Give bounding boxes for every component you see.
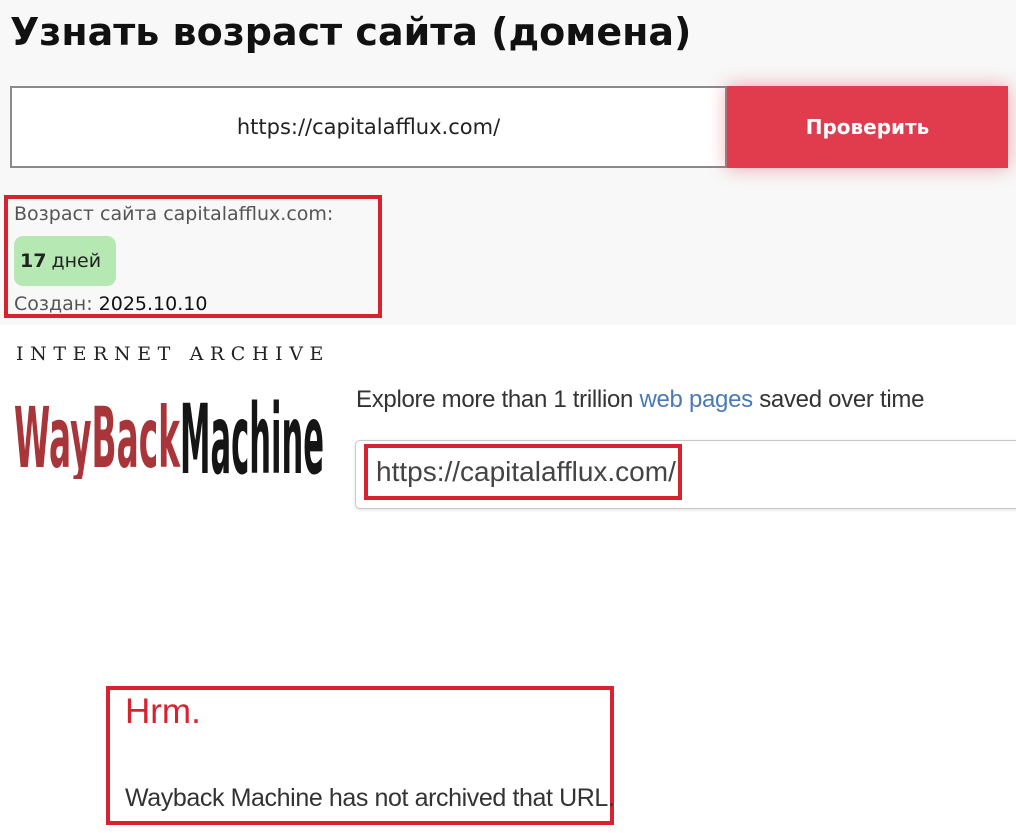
error-title: Hrm. (125, 692, 201, 731)
age-days-unit: дней (51, 250, 102, 272)
internet-archive-text: INTERNET ARCHIVE (16, 343, 331, 365)
created-date-value: 2025.10.10 (98, 293, 208, 315)
age-days-number: 17 (20, 250, 47, 272)
explore-suffix: saved over time (759, 386, 925, 413)
age-badge: 17 дней (14, 236, 116, 286)
web-pages-link[interactable]: web pages (639, 386, 753, 413)
created-date-line: Создан: 2025.10.10 (14, 293, 207, 315)
wayback-machine-logo[interactable]: WayBack Machine (14, 375, 324, 479)
age-result-highlight: Возраст сайта capitalafflux.com: 17 дней… (4, 195, 382, 318)
page-title: Узнать возраст сайта (домена) (10, 10, 692, 54)
domain-url-input[interactable] (10, 86, 727, 168)
logo-wayback-text: WayBack (14, 389, 181, 479)
explore-tagline: Explore more than 1 trillion web pages s… (356, 386, 924, 414)
logo-machine-text: Machine (180, 384, 324, 479)
created-label: Создан: (14, 293, 93, 315)
wayback-url-highlight[interactable]: https://capitalafflux.com/ (364, 444, 682, 500)
wayback-search-input[interactable]: https://capitalafflux.com/ (355, 440, 1016, 509)
explore-prefix: Explore more than 1 trillion (356, 386, 634, 413)
error-message: Wayback Machine has not archived that UR… (125, 784, 615, 812)
check-button[interactable]: Проверить (727, 86, 1008, 168)
site-age-label: Возраст сайта capitalafflux.com: (14, 203, 334, 225)
not-archived-highlight: Hrm. Wayback Machine has not archived th… (106, 686, 615, 825)
age-checker-panel: Узнать возраст сайта (домена) Проверить … (0, 0, 1016, 325)
